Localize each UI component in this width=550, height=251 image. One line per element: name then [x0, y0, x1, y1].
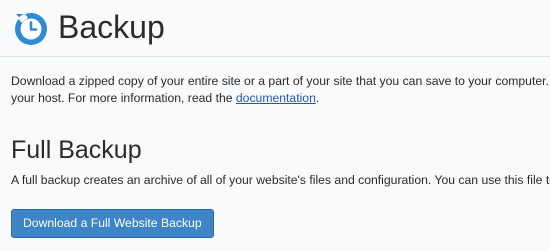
page-title: Backup [58, 9, 165, 45]
page-header: Backup [0, 0, 550, 57]
full-backup-heading: Full Backup [11, 136, 142, 164]
intro-period: . [315, 91, 320, 105]
intro-line-2: your host. For more information, read th… [11, 91, 236, 105]
intro-text: Download a zipped copy of your entire si… [11, 73, 550, 107]
documentation-link[interactable]: documentation [236, 91, 316, 105]
backup-clock-icon [11, 8, 51, 48]
intro-line-1: Download a zipped copy of your entire si… [11, 74, 550, 88]
download-full-backup-button[interactable]: Download a Full Website Backup [11, 209, 214, 238]
full-backup-description: A full backup creates an archive of all … [11, 173, 550, 187]
